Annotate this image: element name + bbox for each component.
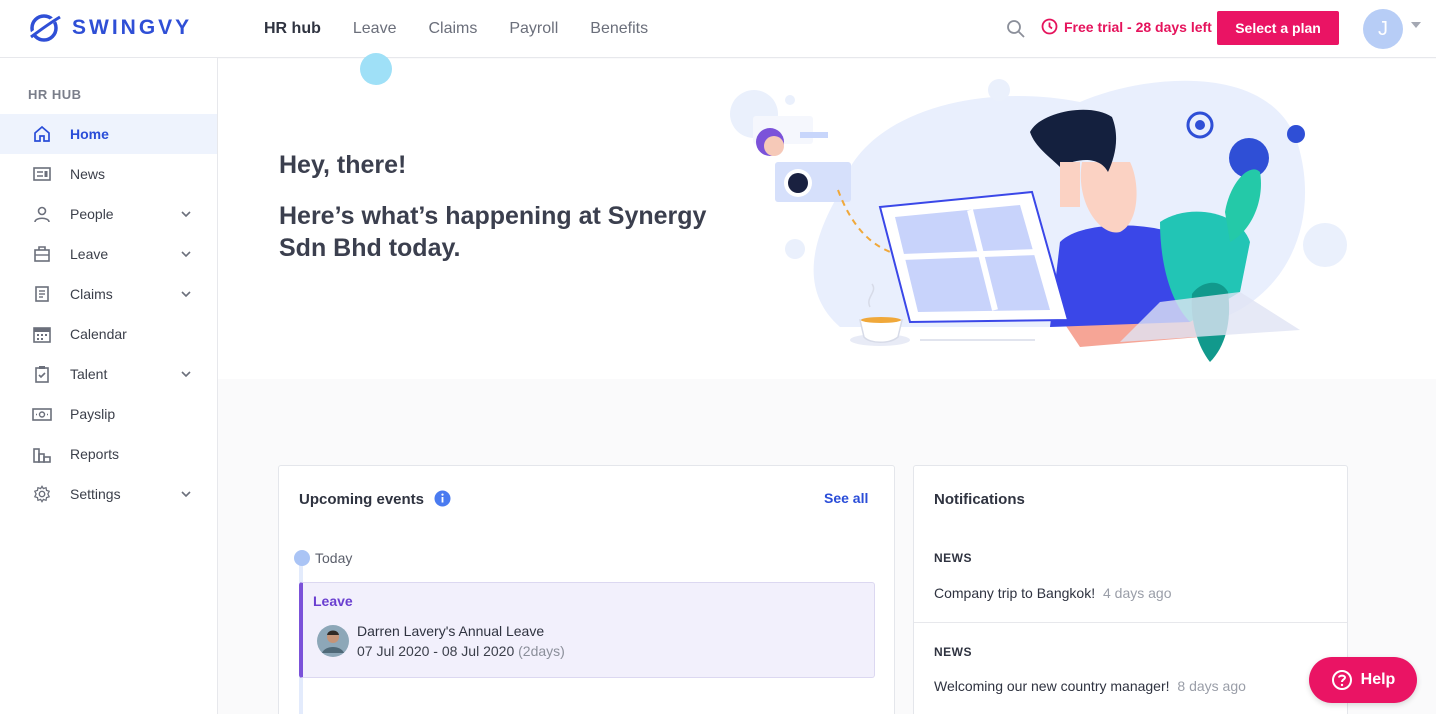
sidebar-item-news[interactable]: News bbox=[0, 154, 217, 194]
chevron-down-icon bbox=[181, 251, 191, 258]
notification-text: Welcoming our new country manager! bbox=[934, 678, 1170, 694]
sidebar-item-claims[interactable]: Claims bbox=[0, 274, 217, 314]
event-title: Darren Lavery's Annual Leave bbox=[357, 623, 545, 639]
event-category: Leave bbox=[313, 593, 353, 609]
help-label: Help bbox=[1360, 671, 1396, 688]
sidebar-item-payslip[interactable]: Payslip bbox=[0, 394, 217, 434]
question-circle-icon bbox=[1331, 670, 1352, 690]
topnav-hr-hub[interactable]: HR hub bbox=[264, 20, 321, 38]
notification-body: Company trip to Bangkok! 4 days ago bbox=[934, 585, 1171, 601]
search-icon[interactable] bbox=[1005, 18, 1027, 40]
notification-time: 8 days ago bbox=[1177, 678, 1246, 694]
sidebar-item-label: Talent bbox=[70, 366, 108, 382]
sidebar-item-label: Payslip bbox=[70, 406, 116, 422]
free-trial-text: Free trial - 28 days left bbox=[1064, 18, 1212, 35]
free-trial-indicator: Free trial - 28 days left bbox=[1041, 18, 1212, 35]
timeline-day-label: Today bbox=[315, 550, 353, 566]
chevron-down-icon bbox=[181, 211, 191, 218]
sidebar-item-settings[interactable]: Settings bbox=[0, 474, 217, 514]
event-dates-row: 07 Jul 2020 - 08 Jul 2020 (2days) bbox=[357, 643, 565, 659]
notification-body: Welcoming our new country manager! 8 day… bbox=[934, 678, 1246, 694]
greeting-subtitle: Here’s what’s happening at Synergy Sdn B… bbox=[279, 202, 707, 262]
news-icon bbox=[33, 167, 51, 181]
sidebar-item-label: Reports bbox=[70, 446, 120, 462]
user-avatar[interactable]: J bbox=[1363, 9, 1403, 49]
notification-type: NEWS bbox=[934, 645, 972, 659]
greeting-title: Hey, there! bbox=[279, 151, 407, 179]
employee-avatar bbox=[317, 625, 349, 657]
swingvy-logo[interactable]: SWINGVY bbox=[28, 12, 192, 44]
sidebar: HR HUB Home News People Leave Claims Cal… bbox=[0, 58, 218, 714]
decorative-bubble bbox=[360, 53, 392, 85]
timeline-dot bbox=[294, 550, 310, 566]
see-all-link[interactable]: See all bbox=[824, 490, 868, 506]
sidebar-item-home[interactable]: Home bbox=[0, 114, 217, 154]
sidebar-item-label: Home bbox=[70, 126, 109, 142]
sidebar-item-label: Settings bbox=[70, 486, 121, 502]
hero-illustration bbox=[730, 79, 1347, 362]
sidebar-item-talent[interactable]: Talent bbox=[0, 354, 217, 394]
notification-item[interactable]: NEWS Company trip to Bangkok! 4 days ago bbox=[914, 536, 1347, 623]
sidebar-item-label: Calendar bbox=[70, 326, 127, 342]
sidebar-item-label: Leave bbox=[70, 246, 109, 262]
sidebar-item-label: People bbox=[70, 206, 114, 222]
sidebar-item-label: News bbox=[70, 166, 106, 182]
help-button[interactable]: Help bbox=[1309, 657, 1417, 703]
event-dates: 07 Jul 2020 - 08 Jul 2020 bbox=[357, 643, 515, 659]
swingvy-logo-icon bbox=[28, 13, 62, 42]
chevron-down-icon bbox=[181, 371, 191, 378]
notifications-card: Notifications NEWS Company trip to Bangk… bbox=[913, 465, 1348, 714]
logo-text: SWINGVY bbox=[72, 16, 193, 39]
topnav-leave[interactable]: Leave bbox=[353, 20, 397, 38]
sidebar-item-reports[interactable]: Reports bbox=[0, 434, 217, 474]
chevron-down-icon bbox=[181, 491, 191, 498]
topnav-payroll[interactable]: Payroll bbox=[509, 20, 558, 38]
upcoming-events-card: Upcoming events See all Today Leave Darr… bbox=[278, 465, 895, 714]
event-item[interactable]: Leave Darren Lavery's Annual Leave 07 Ju… bbox=[299, 582, 875, 678]
top-bar: SWINGVY HR hub Leave Claims Payroll Bene… bbox=[0, 0, 1436, 58]
topnav-claims[interactable]: Claims bbox=[428, 20, 477, 38]
topnav-benefits[interactable]: Benefits bbox=[590, 20, 648, 38]
clock-icon bbox=[1041, 18, 1058, 35]
payslip-icon bbox=[32, 408, 52, 421]
notification-text: Company trip to Bangkok! bbox=[934, 585, 1096, 601]
reports-icon bbox=[33, 448, 51, 463]
upcoming-events-title: Upcoming events bbox=[299, 491, 425, 508]
sidebar-item-label: Claims bbox=[70, 286, 113, 302]
sidebar-item-leave[interactable]: Leave bbox=[0, 234, 217, 274]
home-icon bbox=[34, 125, 50, 142]
event-duration: (2days) bbox=[518, 643, 565, 659]
leave-icon bbox=[34, 246, 50, 262]
notification-time: 4 days ago bbox=[1102, 585, 1172, 601]
notification-type: NEWS bbox=[934, 551, 972, 565]
top-nav: HR hub Leave Claims Payroll Benefits bbox=[264, 0, 648, 58]
sidebar-item-calendar[interactable]: Calendar bbox=[0, 314, 217, 354]
info-icon[interactable] bbox=[434, 490, 451, 507]
caret-down-icon[interactable] bbox=[1411, 22, 1421, 28]
chevron-down-icon bbox=[181, 291, 191, 298]
settings-icon bbox=[33, 485, 51, 503]
notifications-title: Notifications bbox=[934, 491, 1025, 508]
calendar-icon bbox=[33, 327, 51, 343]
sidebar-item-people[interactable]: People bbox=[0, 194, 217, 234]
notification-item[interactable]: NEWS Welcoming our new country manager! … bbox=[914, 624, 1347, 714]
sidebar-title: HR HUB bbox=[28, 87, 82, 102]
select-plan-button[interactable]: Select a plan bbox=[1217, 11, 1339, 45]
claims-icon bbox=[35, 286, 49, 302]
people-icon bbox=[34, 206, 50, 223]
talent-icon bbox=[35, 366, 49, 383]
